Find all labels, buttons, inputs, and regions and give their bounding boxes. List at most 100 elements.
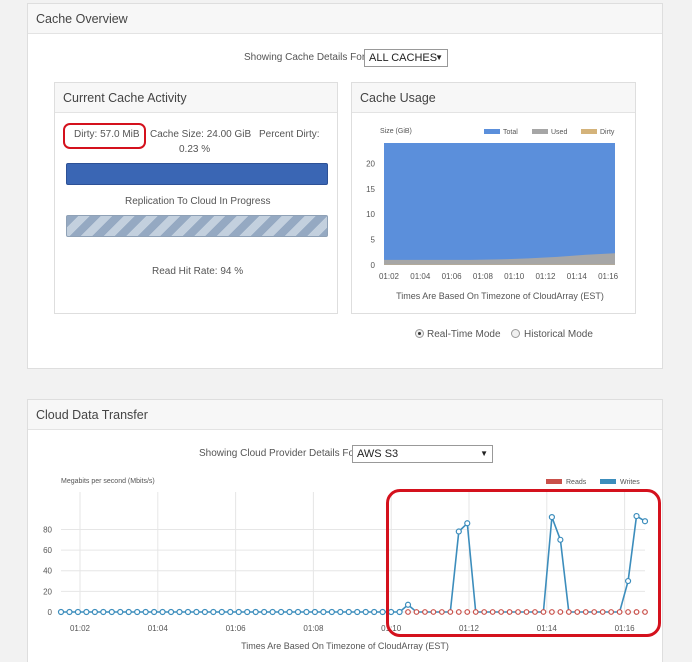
transfer-ytick-40: 40: [43, 567, 52, 576]
transfer-ytick-80: 80: [43, 525, 52, 534]
transfer-xtick-3: 01:08: [303, 624, 324, 633]
writes-point: [252, 608, 259, 616]
transfer-xtick-1: 01:04: [148, 624, 169, 633]
cache-overview-panel: Cache Overview Showing Cache Details For…: [27, 3, 663, 369]
writes-point: [354, 608, 361, 616]
writes-point: [337, 608, 344, 616]
writes-point: [244, 608, 251, 616]
transfer-ytick-0: 0: [48, 608, 53, 617]
writes-point: [91, 608, 98, 616]
writes-point: [371, 608, 378, 616]
writes-point: [184, 608, 192, 616]
writes-point: [134, 608, 141, 616]
transfer-legend-swatch-0: [546, 479, 562, 484]
writes-point: [294, 608, 302, 616]
transfer-timezone-note: Times Are Based On Timezone of CloudArra…: [241, 641, 449, 651]
writes-point: [210, 608, 217, 616]
usage-ytick-5: 5: [371, 236, 376, 245]
cache-usage-title: Cache Usage: [352, 83, 635, 113]
activity-highlight: [386, 489, 661, 637]
read-hit-rate: Read Hit Rate: 94 %: [152, 266, 244, 277]
writes-point: [193, 608, 200, 616]
usage-xtick-4: 01:10: [504, 272, 525, 281]
transfer-legend-swatch-1: [600, 479, 616, 484]
dirty-highlight: [63, 123, 146, 149]
usage-legend-label-0: Total: [503, 129, 518, 136]
current-cache-activity-panel: Current Cache Activity Dirty: 57.0 MiB C…: [54, 82, 338, 314]
replication-status: Replication To Cloud In Progress: [125, 196, 271, 207]
writes-point: [125, 608, 132, 616]
historical-mode-radio[interactable]: [511, 329, 520, 338]
usage-timezone-note: Times Are Based On Timezone of CloudArra…: [396, 291, 604, 301]
writes-point: [277, 608, 285, 616]
cache-activity-bar: [66, 163, 328, 185]
writes-point: [167, 608, 175, 616]
transfer-ytick-60: 60: [43, 546, 52, 555]
usage-legend-swatch-2: [581, 129, 597, 134]
provider-select-label: Showing Cloud Provider Details For:: [199, 448, 361, 459]
transfer-ytick-20: 20: [43, 587, 52, 596]
writes-point: [83, 608, 90, 616]
usage-ytick-0: 0: [371, 261, 376, 270]
provider-select[interactable]: AWS S3 ▼: [352, 445, 493, 463]
writes-point: [379, 608, 386, 616]
transfer-ylabel: Megabits per second (Mbits/s): [61, 478, 155, 485]
writes-point: [235, 608, 242, 616]
writes-point: [311, 608, 319, 616]
writes-point: [201, 608, 208, 616]
percent-dirty-label: Percent Dirty:: [259, 129, 320, 140]
writes-point: [74, 608, 82, 616]
writes-point: [108, 608, 115, 616]
writes-point: [176, 608, 183, 616]
transfer-legend-label-0: Reads: [566, 479, 587, 486]
usage-xtick-7: 01:16: [598, 272, 619, 281]
usage-legend-label-2: Dirty: [600, 129, 615, 136]
usage-xtick-5: 01:12: [535, 272, 556, 281]
cache-select[interactable]: ALL CACHES ▼: [364, 49, 448, 67]
usage-xtick-2: 01:06: [442, 272, 463, 281]
percent-dirty-value: 0.23 %: [179, 144, 211, 155]
writes-point: [269, 608, 276, 616]
usage-ylabel: Size (GiB): [380, 128, 412, 135]
cache-overview-title: Cache Overview: [28, 4, 662, 34]
writes-point: [218, 608, 225, 616]
usage-xtick-1: 01:04: [410, 272, 431, 281]
transfer-legend-label-1: Writes: [620, 479, 640, 486]
transfer-xtick-2: 01:06: [226, 624, 247, 633]
cache-select-label: Showing Cache Details For:: [244, 52, 368, 63]
chevron-down-icon: ▼: [435, 53, 443, 62]
usage-ytick-20: 20: [366, 159, 375, 168]
writes-point: [57, 608, 65, 616]
realtime-mode-label: Real-Time Mode: [427, 329, 501, 340]
writes-point: [286, 608, 293, 616]
writes-point: [142, 608, 149, 616]
writes-point: [100, 608, 107, 616]
usage-ytick-15: 15: [366, 185, 375, 194]
writes-point: [328, 608, 335, 616]
writes-point: [117, 608, 124, 616]
provider-select-value: AWS S3: [357, 448, 399, 460]
replication-progress-bar: [66, 215, 328, 237]
current-cache-activity-title: Current Cache Activity: [55, 83, 337, 113]
historical-mode-label: Historical Mode: [524, 329, 593, 340]
writes-point: [303, 608, 310, 616]
usage-total-area: [384, 143, 615, 265]
usage-ytick-10: 10: [366, 210, 375, 219]
writes-point: [261, 608, 268, 616]
usage-xtick-6: 01:14: [567, 272, 588, 281]
chevron-down-icon: ▼: [480, 449, 488, 458]
cache-usage-panel: Cache Usage Size (GiB) Total Used Dirty 0 5 10…: [351, 82, 636, 314]
cache-usage-chart: Size (GiB) Total Used Dirty 0 5 10 15 20 01:02 01:…: [366, 128, 619, 301]
usage-legend-swatch-1: [532, 129, 548, 134]
cloud-data-transfer-title: Cloud Data Transfer: [28, 400, 662, 430]
transfer-xtick-0: 01:02: [70, 624, 91, 633]
usage-legend-label-1: Used: [551, 129, 567, 136]
writes-point: [345, 608, 352, 616]
realtime-mode-radio[interactable]: [415, 329, 424, 338]
writes-point: [320, 608, 327, 616]
usage-xtick-3: 01:08: [473, 272, 494, 281]
usage-legend-swatch-0: [484, 129, 500, 134]
writes-point: [66, 608, 73, 616]
writes-point: [227, 608, 234, 616]
usage-xtick-0: 01:02: [379, 272, 400, 281]
